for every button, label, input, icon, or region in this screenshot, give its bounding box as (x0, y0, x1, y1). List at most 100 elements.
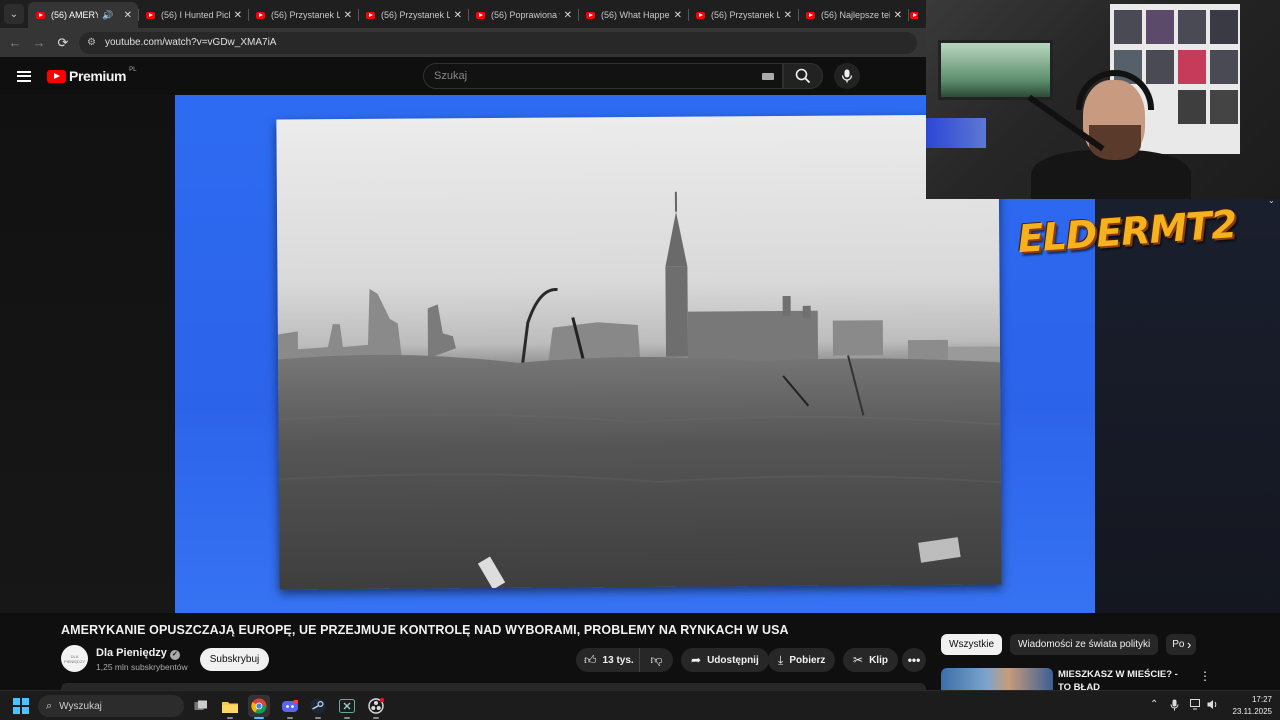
microphone-tray-icon[interactable] (1170, 699, 1179, 714)
system-clock[interactable]: 17:27 23.11.2025 (1226, 694, 1272, 718)
channel-name-text: Dla Pieniędzy (96, 647, 167, 659)
webcam-overlay (926, 0, 1280, 199)
screen: ⌄ (56) AMERYKANIE 🔊 ✕ (56) I Hunted Pick… (0, 0, 1280, 720)
chevron-right-icon[interactable]: › (1187, 637, 1191, 652)
running-indicator (287, 717, 293, 719)
address-bar-row: ← → ⟳ ⚙ youtube.com/watch?v=vGDw_XMA7iA (0, 28, 926, 57)
share-label: Udostępnij (707, 654, 759, 666)
search-icon: ⌕ (46, 699, 53, 712)
download-button[interactable]: ⤓ Pobierz (768, 648, 836, 672)
discord-icon[interactable] (279, 695, 301, 719)
chip-overflow[interactable]: Po (1166, 634, 1197, 655)
thumbs-up-icon: 👍︎ (584, 652, 597, 667)
download-icon: ⤓ (778, 652, 784, 667)
windows-start-icon[interactable] (13, 698, 29, 714)
browser-tab-overflow[interactable] (908, 2, 918, 28)
browser-tab[interactable]: (56) Przystanek Lu ✕ (688, 2, 798, 28)
url-text: youtube.com/watch?v=vGDw_XMA7iA (105, 37, 277, 48)
close-tab-icon[interactable]: ✕ (344, 10, 352, 21)
reload-icon[interactable]: ⟳ (51, 35, 75, 51)
recommended-title[interactable]: MIESZKASZ W MIEŚCIE? - TO BŁĄD (1058, 668, 1188, 690)
chrome-icon[interactable] (248, 695, 270, 719)
youtube-header: Premium PL Szukaj (0, 57, 926, 95)
taskbar-search[interactable]: ⌕ Wyszukaj (38, 695, 184, 717)
youtube-favicon-icon (36, 11, 45, 19)
hamburger-menu-icon[interactable] (17, 70, 31, 82)
running-indicator (344, 717, 350, 719)
thumbs-down-icon: 👎︎ (650, 652, 663, 667)
share-button[interactable]: ➦ Udostępnij (681, 648, 769, 672)
chevron-up-icon[interactable]: ⌃ (1150, 699, 1158, 710)
channel-name[interactable]: Dla Pieniędzy ✓ (96, 647, 180, 660)
clock-date: 23.11.2025 (1232, 707, 1272, 716)
site-info-icon[interactable]: ⚙ (87, 37, 99, 48)
file-explorer-icon[interactable] (219, 695, 241, 719)
ruined-city-illustration (277, 191, 1002, 590)
search-icon (795, 68, 811, 84)
scissors-icon: ✂ (853, 653, 864, 667)
browser-tab[interactable]: (56) Poprawiona w ✕ (468, 2, 578, 28)
more-actions-button[interactable]: ••• (902, 648, 926, 672)
taskbar-search-placeholder: Wyszukaj (59, 700, 102, 712)
obs-icon[interactable] (365, 695, 387, 719)
tab-title: (56) Najlepsze tel (821, 10, 890, 20)
watch-metadata: AMERYKANIE OPUSZCZAJĄ EUROPĘ, UE PRZEJMU… (0, 613, 1280, 690)
browser-tab[interactable]: (56) Przystanek Lu ✕ (358, 2, 468, 28)
youtube-play-icon (47, 69, 66, 83)
close-tab-icon[interactable]: ✕ (784, 10, 792, 21)
voice-search-button[interactable] (834, 63, 860, 89)
more-vertical-icon[interactable]: ⋮ (1199, 669, 1211, 683)
logo-text: Premium (69, 68, 127, 84)
back-arrow-icon[interactable]: ← (3, 35, 27, 50)
tab-title: (56) Przystanek Lu (381, 10, 450, 20)
clip-button[interactable]: ✂ Klip (843, 648, 898, 672)
network-icon[interactable] (1190, 699, 1202, 713)
download-label: Pobierz (789, 654, 826, 666)
youtube-favicon-icon (146, 11, 155, 19)
verified-check-icon: ✓ (169, 650, 180, 660)
like-button[interactable]: 👍︎ 13 tys. (576, 648, 640, 672)
subscribe-button[interactable]: Subskrybuj (200, 648, 269, 671)
tab-search-button[interactable]: ⌄ (4, 4, 24, 24)
steam-icon[interactable] (307, 695, 329, 719)
close-tab-icon[interactable]: ✕ (564, 10, 572, 21)
task-view-icon[interactable] (190, 695, 212, 717)
share-arrow-icon: ➦ (691, 653, 702, 667)
browser-tab[interactable]: (56) Przystanek Lu ✕ (248, 2, 358, 28)
browser-tab[interactable]: (56) I Hunted Pick ✕ (138, 2, 248, 28)
excel-icon[interactable] (336, 695, 358, 719)
keyboard-icon[interactable] (762, 73, 774, 80)
dislike-button[interactable]: 👎︎ (640, 653, 673, 668)
browser-tab-active[interactable]: (56) AMERYKANIE 🔊 ✕ (28, 2, 138, 28)
video-title: AMERYKANIE OPUSZCZAJĄ EUROPĘ, UE PRZEJMU… (61, 623, 789, 637)
forward-arrow-icon[interactable]: → (27, 35, 51, 50)
close-tab-icon[interactable]: ✕ (674, 10, 682, 21)
country-code: PL (129, 67, 137, 73)
close-tab-icon[interactable]: ✕ (894, 10, 902, 21)
player-left-area (0, 95, 175, 613)
like-count: 13 tys. (602, 654, 634, 666)
close-tab-icon[interactable]: ✕ (454, 10, 462, 21)
speaker-icon[interactable]: 🔊 (102, 10, 113, 21)
volume-icon[interactable] (1207, 699, 1219, 713)
youtube-logo[interactable]: Premium PL (47, 67, 137, 84)
more-horizontal-icon: ••• (907, 653, 921, 667)
recommended-thumbnail[interactable] (941, 668, 1053, 690)
browser-tab[interactable]: (56) Najlepsze tel ✕ (798, 2, 908, 28)
clock-time: 17:27 (1251, 695, 1272, 704)
tab-title: (56) What Happen (601, 10, 670, 20)
chip-world-politics[interactable]: Wiadomości ze świata polityki (1010, 634, 1159, 655)
url-field[interactable]: ⚙ youtube.com/watch?v=vGDw_XMA7iA (79, 31, 917, 54)
youtube-favicon-icon (366, 11, 375, 19)
search-input[interactable]: Szukaj (423, 63, 783, 89)
microphone-icon (841, 69, 853, 83)
search-button[interactable] (783, 63, 823, 89)
chip-all[interactable]: Wszystkie (941, 634, 1002, 655)
like-dislike-group: 👍︎ 13 tys. 👎︎ (576, 648, 673, 672)
tab-title: (56) Przystanek Lu (271, 10, 340, 20)
close-tab-icon[interactable]: ✕ (234, 10, 242, 21)
description-box[interactable] (61, 683, 926, 690)
channel-avatar[interactable]: DLA PIENIĘDZY (61, 645, 88, 672)
close-tab-icon[interactable]: ✕ (124, 10, 132, 21)
browser-tab[interactable]: (56) What Happen ✕ (578, 2, 688, 28)
